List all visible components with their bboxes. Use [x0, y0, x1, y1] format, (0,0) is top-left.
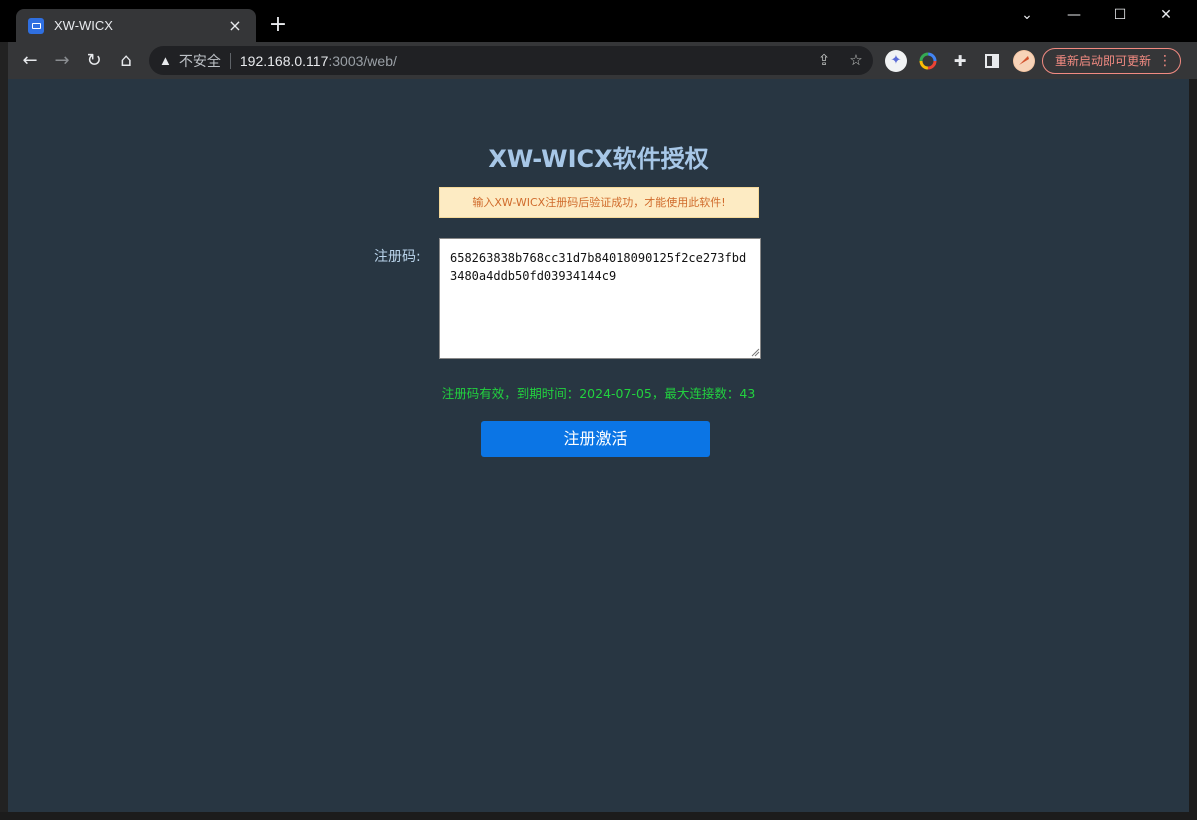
- browser-tab[interactable]: XW-WICX ×: [16, 9, 256, 42]
- side-panel-icon[interactable]: [981, 50, 1003, 72]
- browser-tab-bar: XW-WICX × + ⌄ — ☐ ✕: [0, 0, 1197, 42]
- forward-button[interactable]: →: [49, 48, 75, 74]
- profile-avatar-icon[interactable]: [1013, 50, 1035, 72]
- notice-banner: 输入XW-WICX注册码后验证成功，才能使用此软件!: [439, 187, 759, 218]
- address-bar[interactable]: ▲ 不安全 192.168.0.117:3003/web/ ⇪ ☆: [149, 46, 873, 75]
- close-window-button[interactable]: ✕: [1146, 4, 1186, 26]
- tab-search-dropdown-icon[interactable]: ⌄: [1007, 4, 1047, 26]
- bookmark-star-icon[interactable]: ☆: [845, 50, 867, 72]
- menu-dots-icon[interactable]: ⋮: [1158, 49, 1172, 73]
- validation-status: 注册码有效，到期时间：2024-07-05，最大连接数：43: [441, 386, 756, 401]
- resize-grip-icon[interactable]: [750, 347, 760, 357]
- url-host: 192.168.0.117: [239, 52, 329, 69]
- window-bottom-edge: [0, 812, 1197, 820]
- tab-title: XW-WICX: [54, 18, 113, 33]
- browser-toolbar: ← → ↻ ⌂ ▲ 不安全 192.168.0.117:3003/web/ ⇪ …: [8, 42, 1197, 79]
- page-content: XW-WICX软件授权 输入XW-WICX注册码后验证成功，才能使用此软件! 注…: [8, 79, 1189, 812]
- new-tab-button[interactable]: +: [266, 13, 290, 37]
- update-label: 重新启动即可更新: [1055, 54, 1152, 68]
- extensions-puzzle-icon[interactable]: ✚: [949, 50, 971, 72]
- reload-button[interactable]: ↻: [81, 48, 107, 74]
- registration-code-input[interactable]: 658263838b768cc31d7b84018090125f2ce273fb…: [439, 238, 761, 359]
- url-path: :3003/web/: [328, 52, 397, 69]
- background-window-edge: [0, 42, 8, 820]
- tab-favicon-icon: [28, 17, 44, 34]
- warning-icon: ▲: [159, 53, 172, 68]
- extension-color-wheel-icon[interactable]: [917, 50, 939, 72]
- back-button[interactable]: ←: [17, 48, 43, 74]
- maximize-button[interactable]: ☐: [1100, 4, 1140, 26]
- relaunch-update-button[interactable]: 重新启动即可更新 ⋮: [1042, 48, 1181, 74]
- security-label[interactable]: 不安全: [179, 51, 221, 71]
- page-title: XW-WICX软件授权: [488, 145, 709, 173]
- activate-button[interactable]: 注册激活: [481, 421, 710, 457]
- registration-code-label: 注册码:: [374, 249, 421, 265]
- tab-close-icon[interactable]: ×: [226, 17, 244, 34]
- divider: [229, 52, 231, 69]
- extension-feather-icon[interactable]: ✦: [885, 50, 907, 72]
- share-icon[interactable]: ⇪: [813, 50, 835, 72]
- minimize-button[interactable]: —: [1054, 4, 1094, 26]
- home-button[interactable]: ⌂: [113, 48, 139, 74]
